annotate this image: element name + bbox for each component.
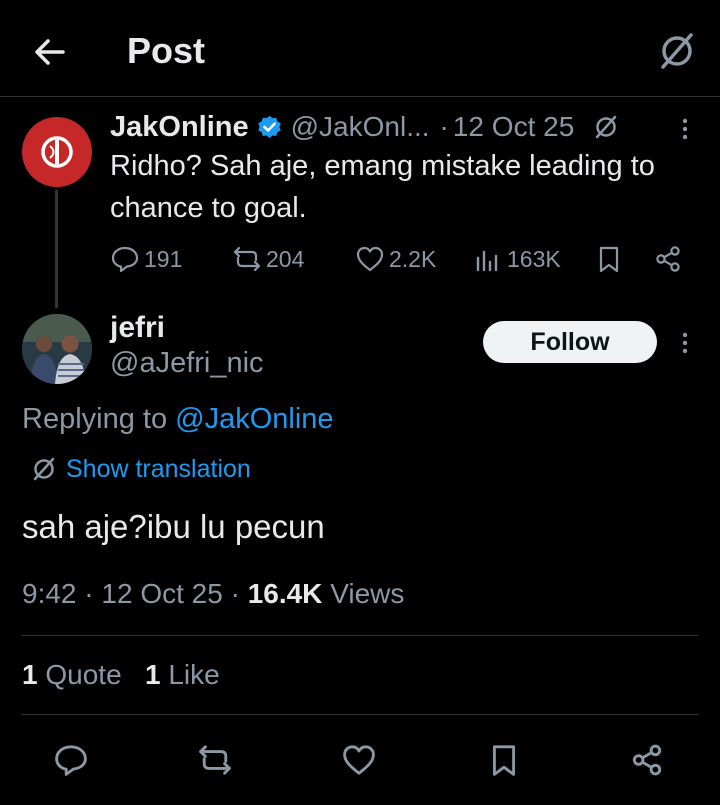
- quotes-stat[interactable]: 1 Quote: [22, 659, 122, 690]
- arrow-left-icon: [35, 39, 65, 65]
- reply-icon: [55, 745, 87, 776]
- share-icon: [656, 246, 680, 272]
- repost-count: 204: [266, 245, 305, 272]
- share-button[interactable]: [629, 742, 665, 778]
- reply-button[interactable]: [53, 742, 89, 778]
- post-more-button[interactable]: [673, 328, 697, 358]
- repost-icon: [199, 745, 231, 775]
- views-count: 16.4K: [247, 578, 323, 609]
- post-meta: 9:42 · 12 Oct 25 · 16.4K Views: [22, 578, 404, 610]
- reply-icon: [111, 246, 139, 273]
- repost-icon: [233, 246, 261, 272]
- share-button[interactable]: [653, 240, 683, 278]
- bookmark-icon: [492, 745, 516, 776]
- repost-button[interactable]: [197, 742, 233, 778]
- like-count: 2.2K: [389, 245, 437, 272]
- bookmark-button[interactable]: [594, 240, 624, 278]
- replying-to-mention[interactable]: @JakOnline: [175, 403, 333, 435]
- grok-icon[interactable]: [592, 113, 620, 141]
- parent-author-handle[interactable]: @JakOnl...: [291, 111, 430, 143]
- likes-stat[interactable]: 1 Like: [145, 659, 220, 690]
- heart-icon: [356, 246, 384, 272]
- parent-author-name[interactable]: JakOnline: [110, 111, 249, 144]
- repost-button[interactable]: 204: [232, 240, 304, 278]
- like-count: 1: [144, 659, 161, 690]
- quote-label: Quote: [45, 659, 122, 690]
- jakonline-logo-icon: [41, 136, 73, 168]
- share-icon: [632, 744, 662, 776]
- replying-to-label: Replying to: [22, 403, 168, 435]
- show-translation-label: Show translation: [66, 454, 251, 483]
- like-button[interactable]: [341, 742, 377, 778]
- analytics-icon: [476, 250, 498, 272]
- verified-badge-icon: [257, 115, 281, 138]
- back-button[interactable]: [30, 32, 70, 72]
- post-text: sah aje?ibu lu pecun: [22, 508, 325, 545]
- post-date[interactable]: 12 Oct 25: [101, 578, 222, 609]
- meta-divider: [22, 635, 698, 636]
- like-button[interactable]: 2.2K: [355, 240, 436, 278]
- post-action-bar: [0, 738, 720, 782]
- post-time[interactable]: 9:42: [22, 578, 77, 609]
- heart-icon: [343, 745, 375, 775]
- thread-line: [55, 190, 58, 308]
- parent-avatar[interactable]: [22, 117, 92, 187]
- replying-to: Replying to @JakOnline: [22, 403, 334, 436]
- like-label: Like: [168, 659, 220, 690]
- views-count: 163K: [507, 245, 561, 272]
- views-label: Views: [330, 578, 405, 609]
- author-handle[interactable]: @aJefri_nic: [110, 347, 264, 380]
- parent-actions-row: 191 204 2.2K 163K: [110, 240, 700, 278]
- quote-count: 1: [22, 659, 38, 690]
- reply-button[interactable]: 191: [110, 240, 182, 278]
- separator-dot: ·: [439, 111, 449, 142]
- reply-count: 191: [144, 245, 183, 272]
- show-translation-button[interactable]: Show translation: [30, 452, 251, 486]
- more-vertical-icon: [682, 332, 688, 354]
- grok-icon: [661, 33, 693, 69]
- page-title: Post: [127, 30, 206, 71]
- author-avatar[interactable]: [22, 314, 92, 384]
- author-name[interactable]: jefri: [110, 311, 165, 345]
- grok-icon: [33, 457, 55, 481]
- follow-button[interactable]: Follow: [483, 321, 657, 363]
- separator-dot: ·: [84, 578, 94, 609]
- parent-more-button[interactable]: [673, 114, 697, 144]
- header-divider: [0, 96, 720, 97]
- views-button[interactable]: 163K: [473, 240, 561, 278]
- author-photo: [22, 314, 92, 384]
- bookmark-icon: [599, 246, 619, 273]
- parent-post-date[interactable]: 12 Oct 25: [453, 111, 574, 143]
- parent-post-text: Ridho? Sah aje, emang mistake leading to…: [110, 150, 655, 224]
- grok-button[interactable]: [656, 30, 698, 72]
- separator-dot: ·: [230, 578, 240, 609]
- bookmark-button[interactable]: [486, 742, 522, 778]
- top-bar: Post: [0, 0, 720, 96]
- post-stats: 1 Quote 1 Like: [22, 659, 220, 691]
- parent-post-header: JakOnline @JakOnl... · 12 Oct 25: [110, 109, 620, 145]
- more-vertical-icon: [682, 118, 688, 140]
- stats-divider: [22, 714, 698, 715]
